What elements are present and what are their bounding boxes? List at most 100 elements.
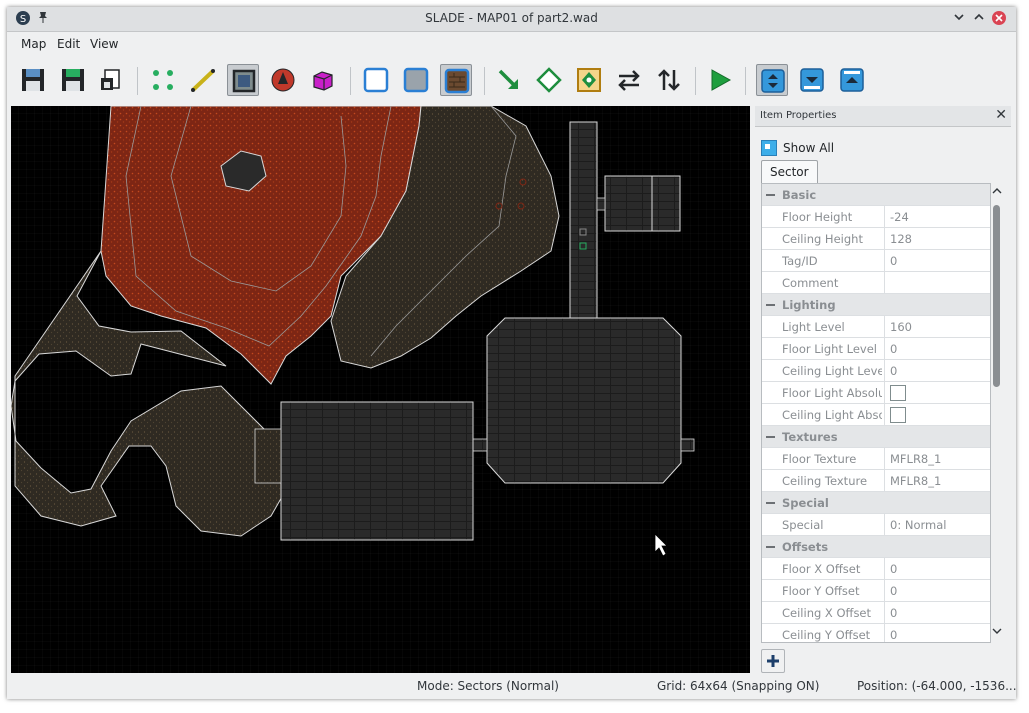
app-window: S SLADE - MAP01 of part2.wad Map Edit Vi… [7,7,1017,699]
property-value[interactable]: 0 [890,364,897,378]
sectors-mode-button[interactable] [227,64,259,96]
property-row[interactable]: Floor Height -24 [762,206,990,228]
property-row[interactable]: Floor Light Absolute [762,382,990,404]
merge-button[interactable] [573,64,605,96]
menu-map[interactable]: Map [21,37,46,51]
map-sector[interactable] [569,121,598,319]
scrollbar-thumb[interactable] [993,205,1000,387]
property-value[interactable]: 0 [890,342,897,356]
property-key: Floor Light Level [782,342,877,356]
sector-flat-floor-button[interactable] [400,64,432,96]
property-value[interactable]: 0: Normal [890,518,946,532]
sector-flat-textured-button[interactable] [440,64,472,96]
property-row[interactable]: Floor Texture MFLR8_1 [762,448,990,470]
property-value[interactable]: -24 [890,210,909,224]
flip-horizontal-button[interactable] [613,64,645,96]
property-value[interactable]: MFLR8_1 [890,452,941,466]
column-divider [884,360,885,382]
column-divider [884,514,885,536]
map-canvas[interactable] [11,106,750,673]
property-row[interactable]: Floor X Offset 0 [762,558,990,580]
property-grid: Basic Floor Height -24 Ceiling Height 128 Tag… [761,183,991,643]
property-row[interactable]: Comment [762,272,990,294]
property-group[interactable]: Lighting [762,294,990,316]
checkbox-checked[interactable] [761,140,777,156]
sector-both-icon [761,69,785,93]
collapse-icon[interactable] [766,304,775,306]
sector-ceiling-icon [840,68,864,92]
property-value[interactable]: 0 [890,628,897,642]
menu-edit[interactable]: Edit [57,37,80,51]
column-divider [884,228,885,250]
3d-mode-button[interactable] [307,64,339,96]
rename-map-button[interactable] [96,64,128,96]
sector-floor-icon [800,68,824,92]
save-map-as-button[interactable] [57,64,89,96]
property-row[interactable]: Ceiling X Offset 0 [762,602,990,624]
property-value[interactable]: 0 [890,606,897,620]
property-row[interactable]: Ceiling Height 128 [762,228,990,250]
property-row[interactable]: Special 0: Normal [762,514,990,536]
map-sector[interactable] [486,317,682,484]
property-key: Floor X Offset [782,562,861,576]
lines-mode-button[interactable] [187,64,219,96]
title-bar: S SLADE - MAP01 of part2.wad [7,7,1016,32]
collapse-icon[interactable] [766,546,775,548]
draw-lines-button[interactable] [493,64,525,96]
show-all-checkbox[interactable] [761,140,777,156]
property-group[interactable]: Special [762,492,990,514]
map-sector[interactable] [604,175,681,232]
property-scrollbar[interactable] [990,183,1004,641]
group-label: Basic [782,188,817,202]
things-mode-button[interactable] [267,64,299,96]
collapse-icon[interactable] [766,502,775,504]
edit-objects-button[interactable] [533,64,565,96]
column-divider [884,272,885,294]
minimize-button[interactable] [951,10,967,26]
property-checkbox[interactable] [890,407,906,423]
property-row[interactable]: Ceiling Light Level 0 [762,360,990,382]
chevron-down-icon[interactable] [990,625,1004,639]
property-value[interactable]: 0 [890,584,897,598]
close-icon[interactable]: ✕ [995,107,1007,123]
run-map-button[interactable] [704,64,736,96]
tab-sector[interactable]: Sector [761,160,818,183]
sector-ceiling-button[interactable] [836,64,868,96]
property-group[interactable]: Offsets [762,536,990,558]
property-value[interactable]: 160 [890,320,912,334]
vertices-mode-button[interactable] [147,64,179,96]
property-row[interactable]: Tag/ID 0 [762,250,990,272]
map-sector[interactable] [280,401,474,541]
property-row[interactable]: Light Level 160 [762,316,990,338]
map-view[interactable] [11,106,750,673]
property-group[interactable]: Basic [762,184,990,206]
property-row[interactable]: Ceiling Texture MFLR8_1 [762,470,990,492]
group-label: Special [782,496,829,510]
sector-floor-button[interactable] [796,64,828,96]
collapse-icon[interactable] [766,436,775,438]
sector-flat-normal-button[interactable] [360,64,392,96]
maximize-button[interactable] [971,10,987,26]
column-divider [884,624,885,642]
panel-title: Item Properties [760,110,837,121]
property-row[interactable]: Ceiling Light Absolute [762,404,990,426]
add-property-button[interactable] [761,649,785,673]
save-map-button[interactable] [17,64,49,96]
close-button[interactable] [991,10,1007,26]
chevron-up-icon[interactable] [990,185,1004,199]
flip-vertical-button[interactable] [653,64,685,96]
sector-both-button[interactable] [756,64,788,96]
property-value[interactable]: 128 [890,232,912,246]
property-value[interactable]: 0 [890,254,897,268]
property-group[interactable]: Textures [762,426,990,448]
property-row[interactable]: Ceiling Y Offset 0 [762,624,990,642]
toolbar-separator [350,67,351,95]
property-row[interactable]: Floor Y Offset 0 [762,580,990,602]
collapse-icon[interactable] [766,194,775,196]
property-row[interactable]: Floor Light Level 0 [762,338,990,360]
menu-view[interactable]: View [90,37,118,51]
property-checkbox[interactable] [890,385,906,401]
property-value[interactable]: MFLR8_1 [890,474,941,488]
status-bar: Mode: Sectors (Normal) Grid: 64x64 (Snap… [7,675,1017,697]
property-value[interactable]: 0 [890,562,897,576]
